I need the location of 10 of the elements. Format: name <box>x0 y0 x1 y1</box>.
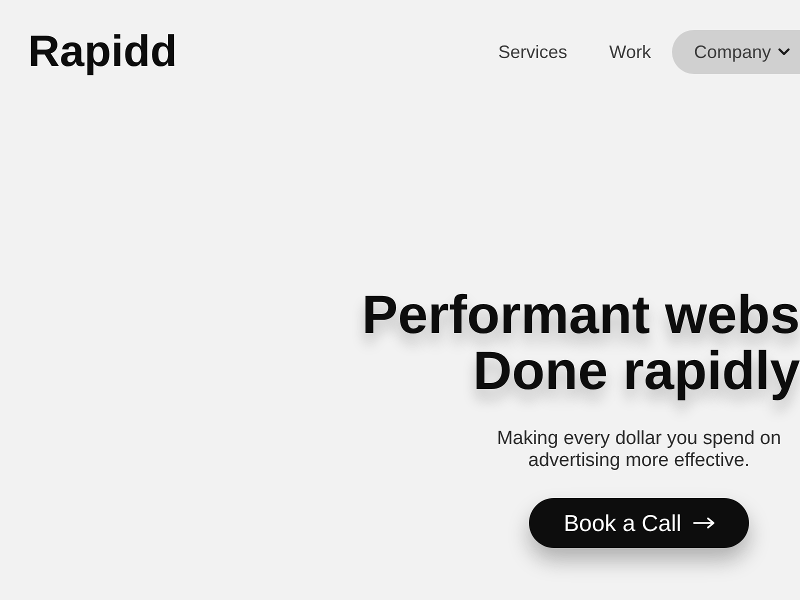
hero-subtitle: Making every dollar you spend on advertising more effective. <box>496 428 782 472</box>
hero-heading: Done rapidly <box>472 343 800 399</box>
nav-link[interactable]: Work <box>588 30 672 74</box>
nav-link[interactable]: Services <box>477 30 588 74</box>
brand-logo[interactable]: Rapidd <box>28 30 178 74</box>
arrow-right-icon <box>693 517 716 529</box>
hero-heading: Performant webs <box>362 287 800 343</box>
nav-dropdown-button[interactable]: Company <box>672 30 800 74</box>
book-call-button[interactable]: Book a Call <box>528 498 750 548</box>
chevron-down-icon <box>778 48 790 56</box>
